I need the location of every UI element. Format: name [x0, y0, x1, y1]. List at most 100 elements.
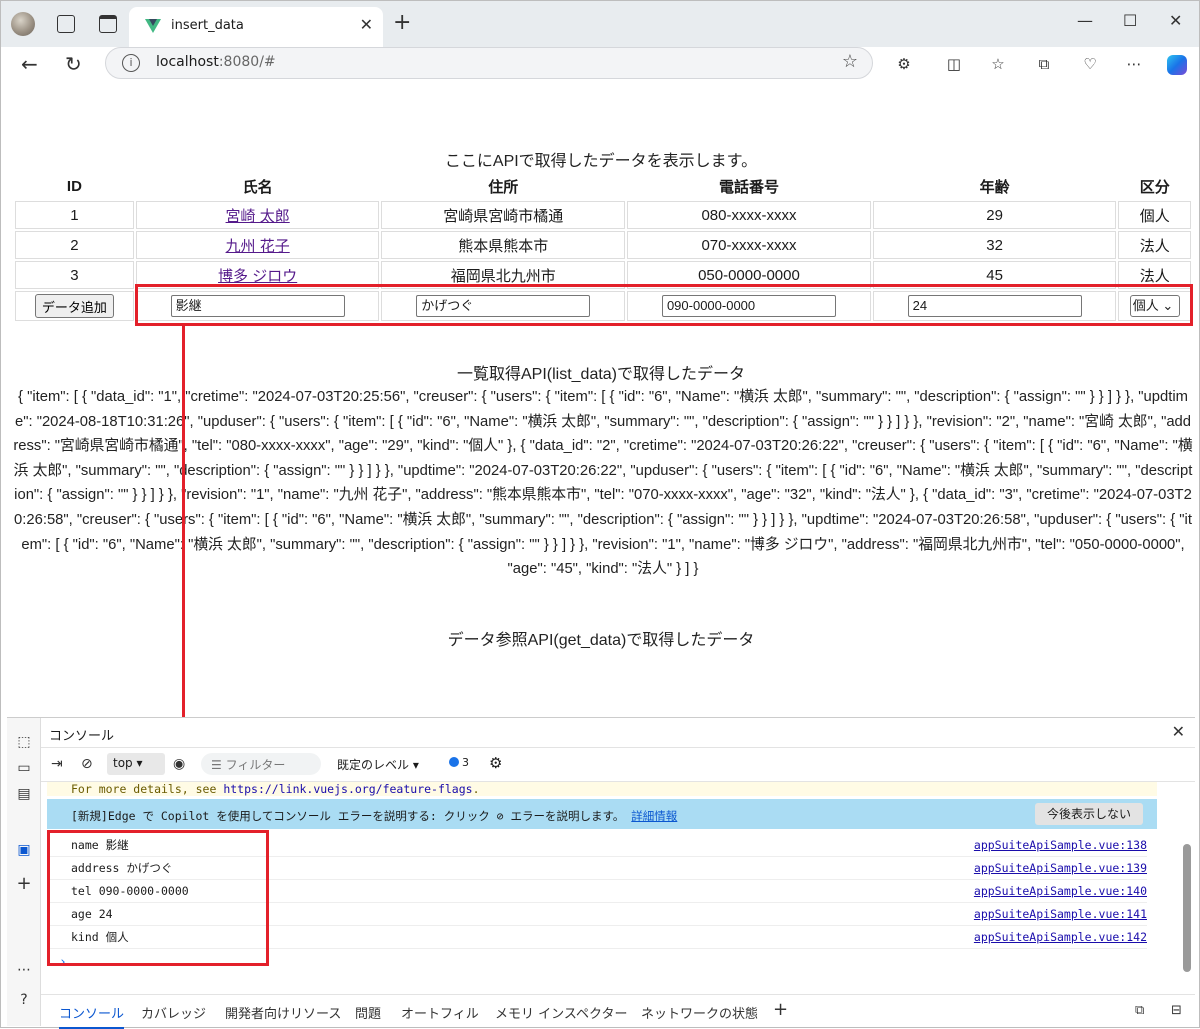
- cell-tel: 080-xxxx-xxxx: [627, 201, 871, 229]
- learn-more-link[interactable]: 詳細情報: [631, 809, 677, 823]
- devtools-panel: ⬚ ▭ ▤ ▣ + ⋯ ? コンソール ✕ ⇥ ⊘ top ▾ ◉ ☰ フィルタ…: [7, 717, 1195, 1029]
- cell-address: 熊本県熊本市: [381, 231, 626, 259]
- name-link[interactable]: 宮崎 太郎: [226, 208, 290, 225]
- cell-age: 29: [872, 201, 1117, 229]
- name-link[interactable]: 九州 花子: [226, 238, 290, 255]
- site-info-icon[interactable]: i: [122, 54, 140, 72]
- api-data-caption: ここにAPIで取得したデータを表示します。: [444, 153, 758, 170]
- cell-kind: 法人: [1118, 231, 1191, 259]
- source-link[interactable]: appSuiteApiSample.vue:138: [974, 834, 1147, 856]
- tab-developer-resources[interactable]: 開発者向けリソース: [225, 1003, 341, 1022]
- back-icon[interactable]: ←: [21, 52, 38, 76]
- copilot-icon[interactable]: [1167, 55, 1187, 75]
- tab-memory-inspector[interactable]: メモリ インスペクター: [495, 1003, 627, 1022]
- inspect-icon[interactable]: ⬚: [15, 734, 33, 750]
- tab-console[interactable]: コンソール: [59, 1003, 125, 1029]
- tab-title: insert_data: [171, 18, 244, 33]
- header-age: 年齢: [979, 178, 1010, 196]
- console-settings-icon[interactable]: ⚙: [489, 754, 502, 772]
- header-id: ID: [66, 177, 82, 195]
- issues-icon: [449, 757, 459, 767]
- favorites-icon[interactable]: ☆: [989, 55, 1007, 73]
- dont-show-again-button[interactable]: 今後表示しない: [1035, 803, 1143, 825]
- source-link[interactable]: appSuiteApiSample.vue:139: [974, 857, 1147, 879]
- more-menu-icon[interactable]: ⋯: [1125, 55, 1143, 73]
- add-tab-icon[interactable]: +: [773, 999, 788, 1020]
- tab-coverage[interactable]: カバレッジ: [141, 1003, 206, 1022]
- tab-network-conditions[interactable]: ネットワークの状態: [641, 1003, 758, 1022]
- header-tel: 電話番号: [718, 178, 779, 196]
- profile-avatar[interactable]: [11, 12, 35, 36]
- console-scrollbar[interactable]: [1182, 788, 1192, 984]
- tab-actions-icon[interactable]: [99, 15, 117, 33]
- list-data-caption: 一覧取得API(list_data)で取得したデータ: [456, 366, 746, 383]
- cell-id: 1: [15, 201, 134, 229]
- cell-id: 3: [15, 261, 134, 289]
- help-icon[interactable]: ?: [15, 992, 33, 1008]
- devtools-title: コンソール: [49, 729, 115, 744]
- add-data-button[interactable]: データ追加: [34, 294, 114, 318]
- table-row: 2 九州 花子 熊本県熊本市 070-xxxx-xxxx 32 法人: [15, 231, 1191, 259]
- console-output-highlight: [47, 830, 269, 966]
- console-toolbar: ⇥ ⊘ top ▾ ◉ ☰ フィルター 既定のレベル ▾ 3 ⚙: [41, 748, 1195, 782]
- console-tool-icon[interactable]: ▣: [15, 842, 33, 858]
- table-row: 1 宮崎 太郎 宮崎県宮崎市橘通 080-xxxx-xxxx 29 個人: [15, 201, 1191, 229]
- more-tools-icon[interactable]: ⋯: [15, 962, 33, 978]
- source-link[interactable]: appSuiteApiSample.vue:140: [974, 880, 1147, 902]
- refresh-icon[interactable]: ↻: [65, 52, 82, 76]
- favorite-star-icon[interactable]: ☆: [842, 51, 858, 72]
- name-link[interactable]: 博多 ジロウ: [218, 268, 297, 285]
- issues-counter[interactable]: 3: [449, 756, 469, 769]
- tab-issues[interactable]: 問題: [355, 1003, 381, 1022]
- address-bar[interactable]: i localhost:8080/# ☆: [105, 47, 873, 79]
- new-tab-icon[interactable]: +: [393, 11, 411, 35]
- filter-input[interactable]: ☰ フィルター: [201, 753, 321, 775]
- cell-address: 宮崎県宮崎市橘通: [381, 201, 626, 229]
- scrollbar-thumb[interactable]: [1183, 844, 1191, 972]
- active-tab[interactable]: insert_data ✕: [129, 7, 383, 47]
- get-data-caption: データ参照API(get_data)で取得したデータ: [447, 632, 755, 649]
- page-content: ここにAPIで取得したデータを表示します。 ID 氏名 住所 電話番号 年齢 区…: [7, 87, 1195, 812]
- source-link[interactable]: appSuiteApiSample.vue:141: [974, 903, 1147, 925]
- minimize-icon[interactable]: —: [1077, 11, 1093, 30]
- tab-close-icon[interactable]: ✕: [360, 15, 373, 34]
- source-link[interactable]: appSuiteApiSample.vue:142: [974, 926, 1147, 948]
- navigation-bar: ← ↻ i localhost:8080/# ☆ ⚙ ◫ ☆ ⧉ ♡ ⋯: [1, 47, 1199, 85]
- dock-icon[interactable]: ⧉: [1135, 1003, 1144, 1018]
- cell-tel: 070-xxxx-xxxx: [627, 231, 871, 259]
- clear-console-icon[interactable]: ⊘: [81, 756, 93, 772]
- header-kind: 区分: [1139, 178, 1170, 196]
- workspaces-icon[interactable]: [57, 15, 75, 33]
- header-address: 住所: [488, 178, 519, 196]
- vue-logo-icon: [145, 19, 161, 33]
- cell-name: 宮崎 太郎: [135, 201, 380, 229]
- devtools-bottom-tabs: コンソール カバレッジ 開発者向けリソース 問題 オートフィル メモリ インスペ…: [41, 994, 1195, 1029]
- split-screen-icon[interactable]: ◫: [945, 55, 963, 73]
- url-text: localhost:8080/#: [156, 54, 276, 70]
- cell-age: 32: [872, 231, 1117, 259]
- context-selector[interactable]: top ▾: [107, 753, 165, 775]
- panel-layout-icon[interactable]: ▤: [15, 786, 33, 802]
- collections-icon[interactable]: ⧉: [1035, 55, 1053, 73]
- copilot-banner: [新規]Edge で Copilot を使用してコンソール エラーを説明する: …: [47, 799, 1157, 829]
- cell-name: 九州 花子: [135, 231, 380, 259]
- list-data-json: { "item": [ { "data_id": "1", "cretime":…: [13, 389, 1193, 578]
- input-row-highlight: [135, 284, 1193, 326]
- browser-essentials-icon[interactable]: ♡: [1081, 55, 1099, 73]
- maximize-icon[interactable]: ☐: [1123, 11, 1137, 30]
- devtools-header: コンソール ✕: [41, 718, 1195, 748]
- feature-flags-link[interactable]: https://link.vuejs.org/feature-flags: [223, 782, 472, 796]
- tab-strip: insert_data ✕ + — ☐ ✕: [1, 1, 1199, 47]
- header-name: 氏名: [242, 178, 273, 196]
- add-tool-icon[interactable]: +: [15, 875, 33, 893]
- cell-kind: 個人: [1118, 201, 1191, 229]
- sidebar-toggle-icon[interactable]: ⇥: [51, 756, 63, 772]
- close-window-icon[interactable]: ✕: [1169, 11, 1182, 30]
- device-emulation-icon[interactable]: ▭: [15, 760, 33, 776]
- extensions-icon[interactable]: ⚙: [895, 55, 913, 73]
- devtools-close-icon[interactable]: ✕: [1172, 722, 1185, 741]
- drawer-toggle-icon[interactable]: ⊟: [1171, 1003, 1182, 1018]
- log-level-select[interactable]: 既定のレベル ▾: [337, 756, 419, 773]
- tab-autofill[interactable]: オートフィル: [401, 1003, 479, 1022]
- live-expression-icon[interactable]: ◉: [173, 756, 185, 772]
